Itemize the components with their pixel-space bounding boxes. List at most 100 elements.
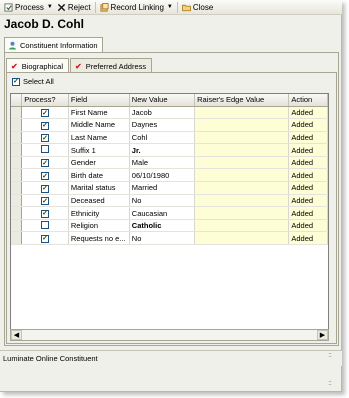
new-value-cell[interactable]: Jr.	[129, 143, 196, 157]
column-header-new-value[interactable]: New Value	[129, 94, 196, 107]
scroll-right-icon[interactable]: ▶	[317, 330, 328, 340]
row-selector[interactable]	[11, 106, 23, 120]
column-header-action[interactable]: Action	[288, 94, 328, 107]
scrollbar-track[interactable]	[22, 330, 317, 340]
action-cell[interactable]: Added	[288, 131, 328, 145]
row-selector[interactable]	[11, 143, 23, 157]
new-value-cell[interactable]: Caucasian	[129, 206, 196, 220]
process-cell: ✓	[21, 118, 69, 132]
resize-grip-icon[interactable]: :::	[328, 380, 332, 387]
process-checkbox[interactable]: ✓	[41, 109, 50, 118]
process-button[interactable]: Process ▼	[2, 1, 55, 14]
table-row[interactable]: ✓ Gender Male Added	[11, 156, 328, 170]
empty-cell	[195, 295, 289, 308]
inner-tab-strip: ✔ Biographical ✔ Preferred Address	[6, 58, 153, 73]
splitter-grip-icon[interactable]: :::	[328, 352, 332, 359]
select-all-checkbox[interactable]: ✓ Select All	[12, 77, 54, 86]
table-row[interactable]: ✓ Deceased No Added	[11, 194, 328, 208]
new-value-cell[interactable]: Catholic	[129, 219, 196, 233]
row-selector[interactable]	[11, 118, 23, 132]
raisers-edge-value-cell[interactable]	[194, 168, 290, 183]
action-cell[interactable]: Added	[288, 156, 328, 170]
record-linking-button[interactable]: Record Linking ▼	[98, 1, 175, 14]
process-checkbox[interactable]: ✓	[41, 197, 50, 206]
column-header-field[interactable]: Field	[68, 94, 130, 107]
toolbar-separator	[176, 1, 178, 13]
new-value-cell[interactable]: Male	[129, 156, 196, 170]
table-row[interactable]: ✓ Middle Name Daynes Added	[11, 118, 328, 132]
row-selector[interactable]	[11, 206, 23, 220]
tab-biographical[interactable]: ✔ Biographical	[6, 58, 69, 73]
action-cell[interactable]: Added	[288, 143, 328, 157]
action-cell[interactable]: Added	[288, 231, 328, 246]
row-selector[interactable]	[11, 219, 23, 233]
process-cell: ✓	[21, 156, 69, 170]
row-selector[interactable]	[11, 131, 23, 145]
process-checkbox[interactable]: ✓	[41, 209, 50, 218]
process-cell	[21, 219, 69, 233]
new-value-cell[interactable]: Married	[129, 181, 196, 195]
action-cell[interactable]: Added	[288, 206, 328, 220]
tab-constituent-information[interactable]: Constituent Information	[4, 37, 103, 52]
raisers-edge-value-cell[interactable]	[194, 156, 290, 170]
raisers-edge-value-cell[interactable]	[194, 206, 290, 220]
close-button[interactable]: Close	[180, 1, 215, 14]
row-selector[interactable]	[11, 231, 23, 246]
raisers-edge-value-cell[interactable]	[194, 143, 290, 157]
process-checkbox[interactable]: ✓	[41, 121, 50, 130]
raisers-edge-value-cell[interactable]	[194, 231, 290, 246]
process-checkbox[interactable]	[41, 145, 50, 154]
column-header-process[interactable]: Process?	[21, 94, 69, 107]
row-selector[interactable]	[11, 168, 23, 183]
new-value-cell[interactable]: Jacob	[129, 106, 196, 120]
raisers-edge-value-cell[interactable]	[194, 219, 290, 233]
action-cell[interactable]: Added	[288, 219, 328, 233]
new-value-cell[interactable]: No	[129, 231, 196, 246]
raisers-edge-value-cell[interactable]	[194, 194, 290, 208]
column-header-raisers-edge-value[interactable]: Raiser's Edge Value	[194, 94, 290, 107]
process-checkbox[interactable]: ✓	[41, 159, 50, 168]
table-row[interactable]: ✓ Requests no e... No Added	[11, 231, 328, 246]
process-cell: ✓	[21, 231, 69, 246]
select-all-check-icon[interactable]: ✓	[12, 77, 20, 86]
raisers-edge-value-cell[interactable]	[194, 118, 290, 132]
raisers-edge-value-cell[interactable]	[194, 131, 290, 145]
process-cell	[21, 143, 69, 157]
action-cell[interactable]: Added	[288, 181, 328, 195]
new-value-cell[interactable]: No	[129, 194, 196, 208]
table-row[interactable]: ✓ Marital status Married Added	[11, 181, 328, 195]
action-cell[interactable]: Added	[288, 194, 328, 208]
horizontal-scrollbar[interactable]: ◀ ▶	[10, 329, 329, 341]
scroll-left-icon[interactable]: ◀	[11, 330, 22, 340]
table-row[interactable]: Religion Catholic Added	[11, 219, 328, 233]
table-row[interactable]: ✓ First Name Jacob Added	[11, 106, 328, 120]
new-value-cell[interactable]: 06/10/1980	[129, 168, 196, 183]
reject-button[interactable]: Reject	[55, 1, 93, 14]
empty-cell	[11, 282, 22, 295]
chevron-down-icon[interactable]: ▼	[47, 4, 53, 10]
table-row[interactable]: ✓ Birth date 06/10/1980 Added	[11, 168, 328, 183]
raisers-edge-value-cell[interactable]	[194, 181, 290, 195]
action-cell[interactable]: Added	[288, 168, 328, 183]
row-selector[interactable]	[11, 181, 23, 195]
checkmark-icon: ✔	[74, 61, 82, 71]
new-value-cell[interactable]: Daynes	[129, 118, 196, 132]
table-row[interactable]: ✓ Last Name Cohl Added	[11, 131, 328, 145]
process-checkbox[interactable]: ✓	[41, 172, 50, 181]
action-cell[interactable]: Added	[288, 106, 328, 120]
process-cell: ✓	[21, 206, 69, 220]
row-selector[interactable]	[11, 194, 23, 208]
process-checkbox[interactable]: ✓	[41, 134, 50, 143]
table-row[interactable]: Suffix 1 Jr. Added	[11, 143, 328, 157]
process-checkbox[interactable]: ✓	[41, 234, 50, 243]
tab-preferred-address[interactable]: ✔ Preferred Address	[69, 58, 153, 73]
process-checkbox[interactable]	[41, 220, 50, 229]
row-selector[interactable]	[11, 156, 23, 170]
new-value-cell[interactable]: Cohl	[129, 131, 196, 145]
raisers-edge-value-cell[interactable]	[194, 106, 290, 120]
table-row[interactable]: ✓ Ethnicity Caucasian Added	[11, 206, 328, 220]
action-cell[interactable]: Added	[288, 118, 328, 132]
chevron-down-icon[interactable]: ▼	[167, 4, 173, 10]
process-checkbox[interactable]: ✓	[41, 184, 50, 193]
tab-constituent-information-label: Constituent Information	[20, 40, 98, 50]
